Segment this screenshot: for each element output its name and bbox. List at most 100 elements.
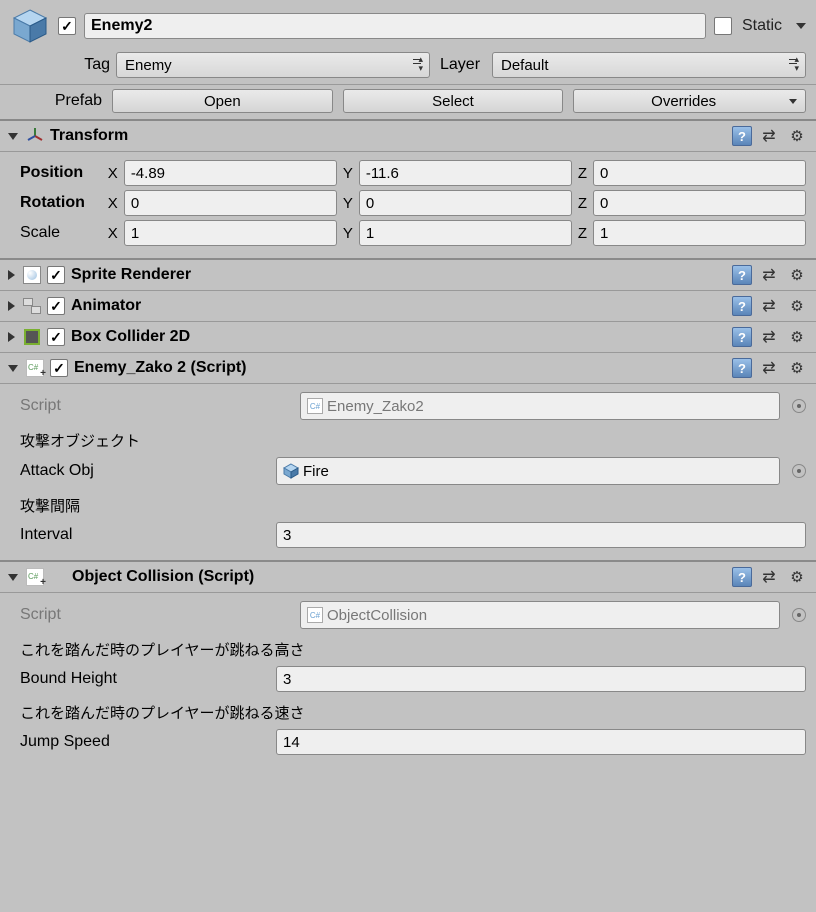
rotation-z-input[interactable] — [593, 190, 806, 216]
tag-dropdown[interactable]: Enemy ▴▾ — [116, 52, 430, 78]
sprite-renderer-settings-icon[interactable]: ⚙ — [786, 264, 808, 286]
enemy-script-title: Enemy_Zako 2 (Script) — [74, 359, 247, 377]
prefab-select-button[interactable]: Select — [343, 89, 564, 113]
gameobject-header: Static — [0, 0, 816, 50]
enemy-script-preset-icon[interactable]: ⇄ — [758, 357, 780, 379]
scale-x-input[interactable] — [124, 220, 337, 246]
rotation-y-input[interactable] — [359, 190, 572, 216]
script-value: Enemy_Zako2 — [327, 398, 424, 415]
position-z-input[interactable] — [593, 160, 806, 186]
bound-height-input[interactable] — [276, 666, 806, 692]
enemy-script-checkbox[interactable] — [50, 359, 68, 377]
position-z-label[interactable]: Z — [578, 165, 587, 182]
box-collider-preset-icon[interactable]: ⇄ — [758, 326, 780, 348]
position-x-label[interactable]: X — [108, 165, 118, 182]
oc-script-picker-button[interactable] — [792, 608, 806, 622]
tag-label: Tag — [64, 56, 110, 74]
animator-settings-icon[interactable]: ⚙ — [786, 295, 808, 317]
object-collision-help-icon[interactable]: ? — [732, 567, 752, 587]
sprite-renderer-title: Sprite Renderer — [71, 266, 191, 284]
static-label: Static — [742, 17, 782, 35]
sprite-renderer-checkbox[interactable] — [47, 266, 65, 284]
attack-obj-value: Fire — [303, 463, 329, 480]
position-x-input[interactable] — [124, 160, 337, 186]
oc-script-field: C# ObjectCollision — [300, 601, 780, 629]
jump-speed-input[interactable] — [276, 729, 806, 755]
layer-value: Default — [501, 57, 549, 74]
sprite-renderer-help-icon[interactable]: ? — [732, 265, 752, 285]
layer-dropdown[interactable]: Default ▴▾ — [492, 52, 806, 78]
box-collider-settings-icon[interactable]: ⚙ — [786, 326, 808, 348]
rotation-x-input[interactable] — [124, 190, 337, 216]
object-collision-header: + Object Collision (Script) ? ⇄ ⚙ — [0, 562, 816, 593]
sprite-renderer-preset-icon[interactable]: ⇄ — [758, 264, 780, 286]
gameobject-icon[interactable] — [10, 6, 50, 46]
scale-z-label[interactable]: Z — [578, 225, 587, 242]
object-collision-body: Script C# ObjectCollision これを踏んだ時のプレイヤーが… — [0, 593, 816, 767]
inspector-panel: Static Tag Enemy ▴▾ Layer Default ▴▾ Pre… — [0, 0, 816, 767]
animator-foldout[interactable] — [8, 301, 15, 311]
enemy-script-settings-icon[interactable]: ⚙ — [786, 357, 808, 379]
rotation-row: Rotation X Y Z — [20, 190, 806, 216]
sprite-renderer-header: Sprite Renderer ? ⇄ ⚙ — [0, 260, 816, 291]
rotation-z-label[interactable]: Z — [578, 195, 587, 212]
box-collider-header: Box Collider 2D ? ⇄ ⚙ — [0, 322, 816, 353]
box-collider-foldout[interactable] — [8, 332, 15, 342]
animator-checkbox[interactable] — [47, 297, 65, 315]
transform-settings-icon[interactable]: ⚙ — [786, 125, 808, 147]
attack-obj-picker-button[interactable] — [792, 464, 806, 478]
enemy-script-foldout[interactable] — [8, 365, 18, 372]
prefab-label: Prefab — [36, 92, 102, 110]
static-dropdown-arrow[interactable] — [796, 23, 806, 29]
object-collision-foldout[interactable] — [8, 574, 18, 581]
animator-help-icon[interactable]: ? — [732, 296, 752, 316]
enemy-script-header: + Enemy_Zako 2 (Script) ? ⇄ ⚙ — [0, 353, 816, 384]
transform-preset-icon[interactable]: ⇄ — [758, 125, 780, 147]
attack-header-label: 攻撃オブジェクト — [20, 424, 806, 453]
script-picker-button[interactable] — [792, 399, 806, 413]
position-y-input[interactable] — [359, 160, 572, 186]
enemy-script-icon: + — [26, 359, 44, 377]
rotation-x-label[interactable]: X — [108, 195, 118, 212]
scale-row: Scale X Y Z — [20, 220, 806, 246]
prefab-open-button[interactable]: Open — [112, 89, 333, 113]
transform-header: Transform ? ⇄ ⚙ — [0, 121, 816, 152]
bound-height-row: Bound Height — [20, 666, 806, 692]
gameobject-name-input[interactable] — [84, 13, 706, 39]
static-checkbox[interactable] — [714, 17, 732, 35]
gameobject-active-checkbox[interactable] — [58, 17, 76, 35]
attack-obj-label: Attack Obj — [20, 462, 270, 480]
sprite-renderer-foldout[interactable] — [8, 270, 15, 280]
prefab-overrides-button[interactable]: Overrides — [573, 89, 806, 113]
scale-y-input[interactable] — [359, 220, 572, 246]
position-y-label[interactable]: Y — [343, 165, 353, 182]
transform-help-icon[interactable]: ? — [732, 126, 752, 146]
rotation-y-label[interactable]: Y — [343, 195, 353, 212]
attack-obj-field[interactable]: Fire — [276, 457, 780, 485]
bound-header-label: これを踏んだ時のプレイヤーが跳ねる高さ — [20, 633, 806, 662]
prefab-row: Prefab Open Select Overrides — [0, 85, 816, 121]
transform-foldout[interactable] — [8, 133, 18, 140]
object-collision-preset-icon[interactable]: ⇄ — [758, 566, 780, 588]
scale-label: Scale — [20, 224, 102, 242]
script-row: Script C# Enemy_Zako2 — [20, 392, 806, 420]
animator-title: Animator — [71, 297, 141, 315]
scale-z-input[interactable] — [593, 220, 806, 246]
script-label: Script — [20, 397, 270, 415]
jump-speed-row: Jump Speed — [20, 729, 806, 755]
transform-title: Transform — [50, 127, 128, 145]
animator-header: Animator ? ⇄ ⚙ — [0, 291, 816, 322]
box-collider-checkbox[interactable] — [47, 328, 65, 346]
scale-y-label[interactable]: Y — [343, 225, 353, 242]
object-collision-title: Object Collision (Script) — [72, 568, 254, 586]
animator-preset-icon[interactable]: ⇄ — [758, 295, 780, 317]
enemy-script-help-icon[interactable]: ? — [732, 358, 752, 378]
jump-header-label: これを踏んだ時のプレイヤーが跳ねる速さ — [20, 696, 806, 725]
box-collider-help-icon[interactable]: ? — [732, 327, 752, 347]
object-collision-settings-icon[interactable]: ⚙ — [786, 566, 808, 588]
script-field: C# Enemy_Zako2 — [300, 392, 780, 420]
interval-row: Interval — [20, 522, 806, 548]
scale-x-label[interactable]: X — [108, 225, 118, 242]
interval-input[interactable] — [276, 522, 806, 548]
oc-script-row: Script C# ObjectCollision — [20, 601, 806, 629]
